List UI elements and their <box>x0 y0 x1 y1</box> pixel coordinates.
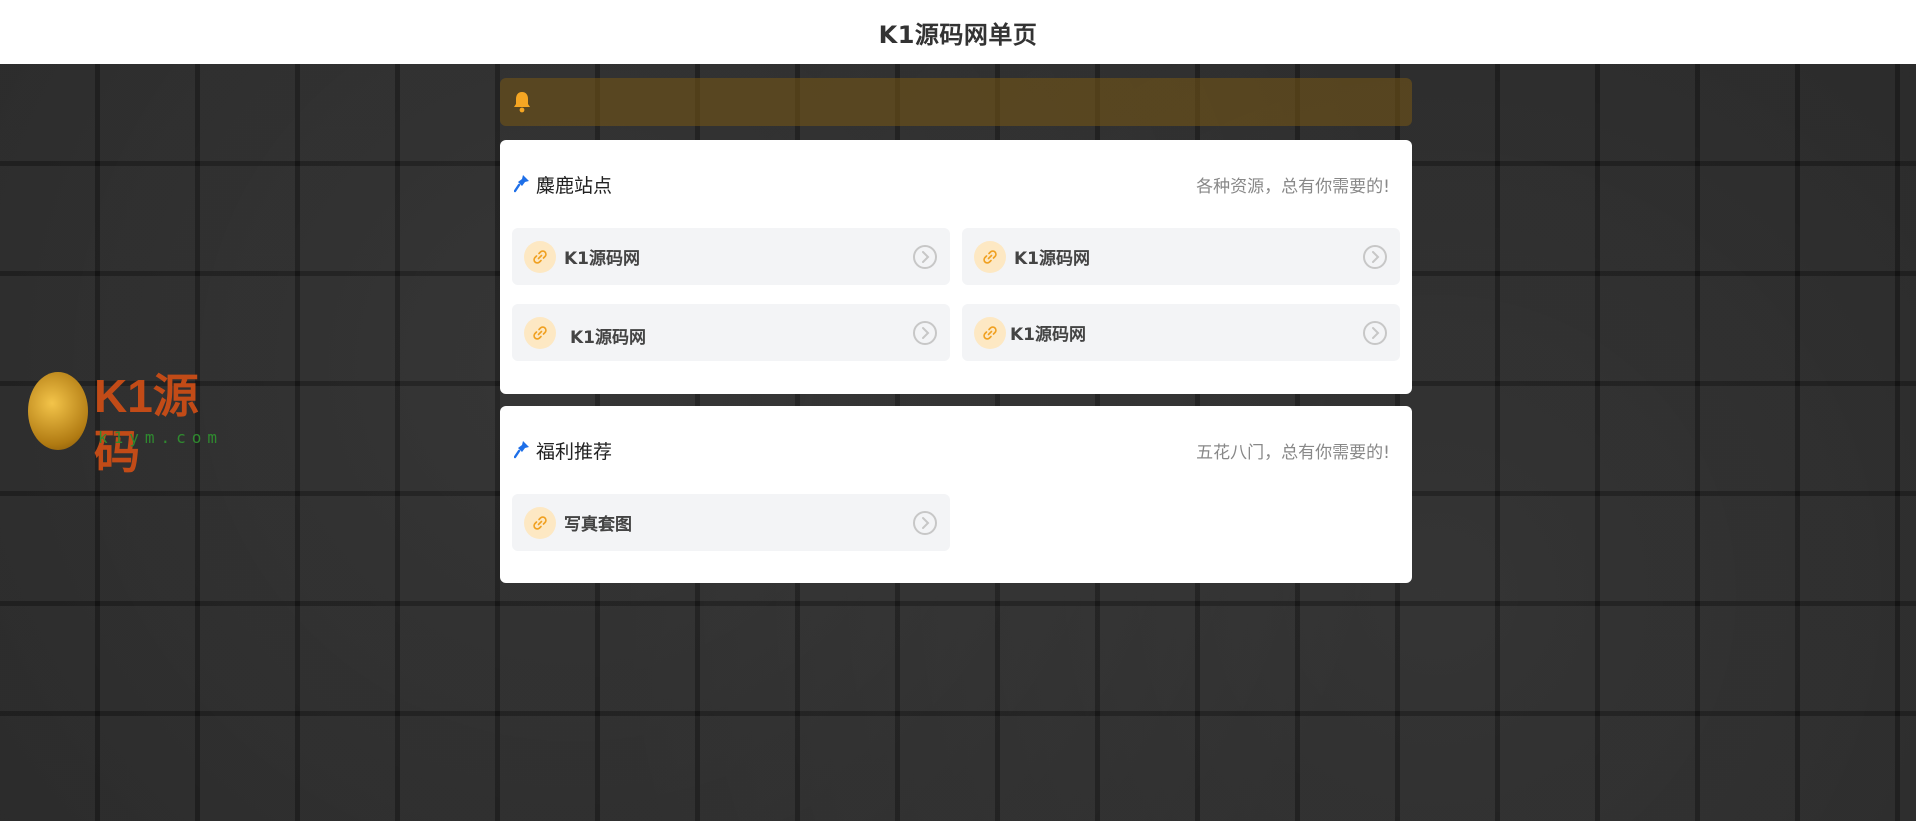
chevron-right-icon <box>1363 245 1387 269</box>
section-header: 福利推荐 五花八门，总有你需要的! <box>514 437 1390 464</box>
pin-icon <box>514 441 529 459</box>
link-item-2[interactable]: K1源码网 <box>962 228 1400 285</box>
watermark-domain: k1ym.com <box>98 428 224 447</box>
section-title: 麋鹿站点 <box>536 174 613 197</box>
section-title: 福利推荐 <box>536 440 613 463</box>
section-card-welfare: 福利推荐 五花八门，总有你需要的! 写真套图 <box>500 406 1412 583</box>
section-subtitle: 五花八门，总有你需要的! <box>1196 442 1390 463</box>
link-icon <box>974 316 1006 349</box>
link-item-1[interactable]: K1源码网 <box>512 228 950 285</box>
link-label: 写真套图 <box>564 515 632 535</box>
link-item-4[interactable]: K1源码网 <box>962 304 1400 361</box>
link-label: K1源码网 <box>570 328 647 348</box>
watermark-brand: K1源码 <box>94 370 199 478</box>
section-subtitle: 各种资源，总有你需要的! <box>1196 176 1390 197</box>
pin-icon <box>514 175 529 193</box>
notice-bar <box>500 78 1412 126</box>
link-label: K1源码网 <box>1010 325 1087 345</box>
link-icon <box>524 316 556 349</box>
chevron-right-icon <box>1363 321 1387 345</box>
link-item-photo-sets[interactable]: 写真套图 <box>512 494 950 551</box>
page-title: K1源码网单页 <box>878 20 1038 49</box>
chevron-right-icon <box>913 321 937 345</box>
link-label: K1源码网 <box>1014 249 1091 269</box>
logo-emblem-icon <box>28 372 88 450</box>
section-card-elk-sites: 麋鹿站点 各种资源，总有你需要的! K1源码网 K1源码网 K1源码网 K1源码… <box>500 140 1412 394</box>
bell-icon <box>514 92 530 113</box>
chevron-right-icon <box>913 245 937 269</box>
section-header: 麋鹿站点 各种资源，总有你需要的! <box>514 171 1390 198</box>
section-title-wrap: 福利推荐 <box>514 437 612 464</box>
section-title-wrap: 麋鹿站点 <box>514 171 612 198</box>
link-icon <box>974 240 1006 273</box>
chevron-right-icon <box>913 511 937 535</box>
brand-watermark: K1源码 k1ym.com <box>28 368 238 478</box>
link-label: K1源码网 <box>564 249 641 269</box>
link-item-3[interactable]: K1源码网 <box>512 304 950 361</box>
link-icon <box>524 506 556 539</box>
link-icon <box>524 240 556 273</box>
top-header: K1源码网单页 <box>0 0 1916 64</box>
